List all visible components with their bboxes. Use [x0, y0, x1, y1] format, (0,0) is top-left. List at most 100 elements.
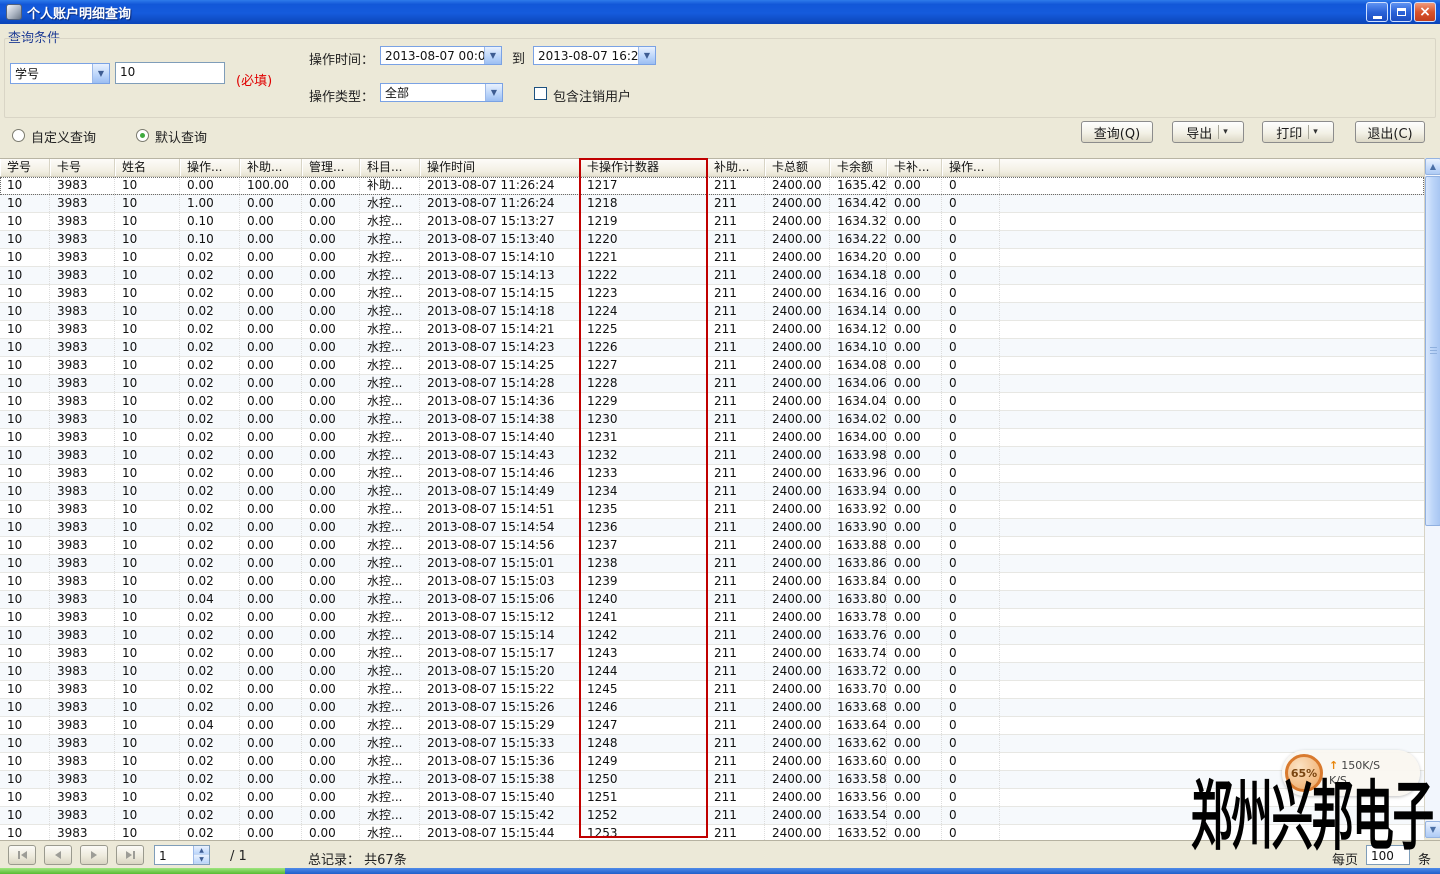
operation-type-select[interactable]: 全部 ▼: [380, 83, 503, 102]
time-from-picker[interactable]: 2013-08-07 00:00 ▼: [380, 46, 502, 65]
spinner-up-icon[interactable]: ▲: [194, 846, 209, 855]
column-header[interactable]: 操作时间: [420, 159, 580, 176]
chevron-down-icon[interactable]: ▼: [638, 47, 655, 64]
search-field-select[interactable]: 学号 ▼: [10, 63, 110, 84]
table-row[interactable]: 103983100.020.000.00水控...2013-08-07 15:1…: [0, 447, 1424, 465]
table-row[interactable]: 103983100.00100.000.00补助...2013-08-07 11…: [0, 177, 1424, 195]
column-header[interactable]: 操作...: [942, 159, 1000, 176]
table-row[interactable]: 103983101.000.000.00水控...2013-08-07 11:2…: [0, 195, 1424, 213]
page-number-input[interactable]: 1 ▲▼: [154, 845, 210, 865]
table-cell: 0: [942, 339, 1000, 356]
vertical-scrollbar[interactable]: ▲ ▼: [1424, 158, 1440, 838]
custom-query-radio[interactable]: [12, 129, 25, 142]
table-row[interactable]: 103983100.020.000.00水控...2013-08-07 15:1…: [0, 699, 1424, 717]
exit-button[interactable]: 退出(C): [1355, 121, 1425, 143]
table-cell: 2013-08-07 15:15:44: [420, 825, 580, 840]
table-cell: 1217: [580, 177, 707, 194]
default-query-radio[interactable]: [136, 129, 149, 142]
table-row[interactable]: 103983100.020.000.00水控...2013-08-07 15:1…: [0, 393, 1424, 411]
minimize-button[interactable]: [1366, 2, 1388, 22]
column-header[interactable]: 卡号: [50, 159, 115, 176]
table-row[interactable]: 103983100.020.000.00水控...2013-08-07 15:1…: [0, 735, 1424, 753]
table-row[interactable]: 103983100.020.000.00水控...2013-08-07 15:1…: [0, 357, 1424, 375]
table-row[interactable]: 103983100.020.000.00水控...2013-08-07 15:1…: [0, 339, 1424, 357]
first-page-button[interactable]: [8, 845, 36, 865]
next-page-button[interactable]: [80, 845, 108, 865]
table-row[interactable]: 103983100.020.000.00水控...2013-08-07 15:1…: [0, 537, 1424, 555]
restore-button[interactable]: [1390, 2, 1412, 22]
print-button[interactable]: 打印 ▾: [1262, 121, 1334, 143]
query-button[interactable]: 查询(Q): [1081, 121, 1153, 143]
close-button[interactable]: ×: [1414, 2, 1436, 22]
table-cell: 3983: [50, 267, 115, 284]
table-row[interactable]: 103983100.020.000.00水控...2013-08-07 15:1…: [0, 681, 1424, 699]
chevron-down-icon[interactable]: ▼: [484, 47, 501, 64]
table-row[interactable]: 103983100.020.000.00水控...2013-08-07 15:1…: [0, 627, 1424, 645]
table-cell: 1633.70: [830, 681, 887, 698]
table-cell: 0.00: [302, 555, 360, 572]
table-cell: 1253: [580, 825, 707, 840]
table-row[interactable]: 103983100.040.000.00水控...2013-08-07 15:1…: [0, 591, 1424, 609]
table-row[interactable]: 103983100.100.000.00水控...2013-08-07 15:1…: [0, 231, 1424, 249]
last-page-button[interactable]: [116, 845, 144, 865]
spinner-down-icon[interactable]: ▼: [194, 855, 209, 864]
table-row[interactable]: 103983100.020.000.00水控...2013-08-07 15:1…: [0, 483, 1424, 501]
table-cell: 水控...: [360, 555, 420, 572]
table-cell: 1634.18: [830, 267, 887, 284]
table-cell: 0: [942, 717, 1000, 734]
print-button-label: 打印: [1276, 123, 1302, 142]
table-row[interactable]: 103983100.020.000.00水控...2013-08-07 15:1…: [0, 375, 1424, 393]
table-row[interactable]: 103983100.020.000.00水控...2013-08-07 15:1…: [0, 411, 1424, 429]
page-number-spinner[interactable]: ▲▼: [193, 846, 209, 864]
table-row[interactable]: 103983100.020.000.00水控...2013-08-07 15:1…: [0, 609, 1424, 627]
table-row[interactable]: 103983100.020.000.00水控...2013-08-07 15:1…: [0, 555, 1424, 573]
scrollbar-thumb[interactable]: [1425, 176, 1440, 526]
table-cell: 0.00: [302, 537, 360, 554]
table-row[interactable]: 103983100.020.000.00水控...2013-08-07 15:1…: [0, 501, 1424, 519]
table-row[interactable]: 103983100.100.000.00水控...2013-08-07 15:1…: [0, 213, 1424, 231]
export-button[interactable]: 导出 ▾: [1172, 121, 1244, 143]
time-to-picker[interactable]: 2013-08-07 16:21 ▼: [533, 46, 656, 65]
table-row[interactable]: 103983100.020.000.00水控...2013-08-07 15:1…: [0, 663, 1424, 681]
chevron-down-icon[interactable]: ▼: [485, 84, 502, 101]
table-row[interactable]: 103983100.020.000.00水控...2013-08-07 15:1…: [0, 303, 1424, 321]
column-header[interactable]: 学号: [0, 159, 50, 176]
table-cell: 211: [707, 627, 765, 644]
table-cell: 2400.00: [765, 303, 830, 320]
export-dropdown-arrow[interactable]: ▾: [1223, 127, 1230, 137]
column-header[interactable]: 卡总额: [765, 159, 830, 176]
column-header[interactable]: 操作...: [180, 159, 240, 176]
table-cell: 0.02: [180, 321, 240, 338]
table-row[interactable]: 103983100.020.000.00水控...2013-08-07 15:1…: [0, 285, 1424, 303]
table-row[interactable]: 103983100.020.000.00水控...2013-08-07 15:1…: [0, 465, 1424, 483]
scroll-up-icon[interactable]: ▲: [1425, 158, 1440, 175]
table-cell: 1221: [580, 249, 707, 266]
search-value-input[interactable]: 10: [115, 62, 225, 84]
print-dropdown-arrow[interactable]: ▾: [1313, 127, 1320, 137]
table-row[interactable]: 103983100.040.000.00水控...2013-08-07 15:1…: [0, 717, 1424, 735]
table-row[interactable]: 103983100.020.000.00水控...2013-08-07 15:1…: [0, 321, 1424, 339]
table-cell: 水控...: [360, 591, 420, 608]
table-cell: 水控...: [360, 501, 420, 518]
table-row[interactable]: 103983100.020.000.00水控...2013-08-07 15:1…: [0, 645, 1424, 663]
column-header[interactable]: 科目...: [360, 159, 420, 176]
table-row[interactable]: 103983100.020.000.00水控...2013-08-07 15:1…: [0, 249, 1424, 267]
chevron-down-icon[interactable]: ▼: [92, 64, 109, 83]
column-header[interactable]: 姓名: [115, 159, 180, 176]
column-header[interactable]: 卡操作计数器: [580, 159, 707, 176]
table-row[interactable]: 103983100.020.000.00水控...2013-08-07 15:1…: [0, 267, 1424, 285]
table-cell: 10: [0, 483, 50, 500]
table-cell: 2400.00: [765, 825, 830, 840]
column-header[interactable]: 卡补...: [887, 159, 942, 176]
column-header[interactable]: 卡余额: [830, 159, 887, 176]
table-row[interactable]: 103983100.020.000.00水控...2013-08-07 15:1…: [0, 573, 1424, 591]
column-header[interactable]: 管理...: [302, 159, 360, 176]
column-header[interactable]: 补助...: [240, 159, 302, 176]
table-cell: 2400.00: [765, 195, 830, 212]
table-row[interactable]: 103983100.020.000.00水控...2013-08-07 15:1…: [0, 429, 1424, 447]
column-header[interactable]: 补助...: [707, 159, 765, 176]
prev-page-button[interactable]: [44, 845, 72, 865]
table-cell: 10: [0, 375, 50, 392]
table-row[interactable]: 103983100.020.000.00水控...2013-08-07 15:1…: [0, 519, 1424, 537]
include-logout-checkbox[interactable]: [534, 87, 547, 100]
